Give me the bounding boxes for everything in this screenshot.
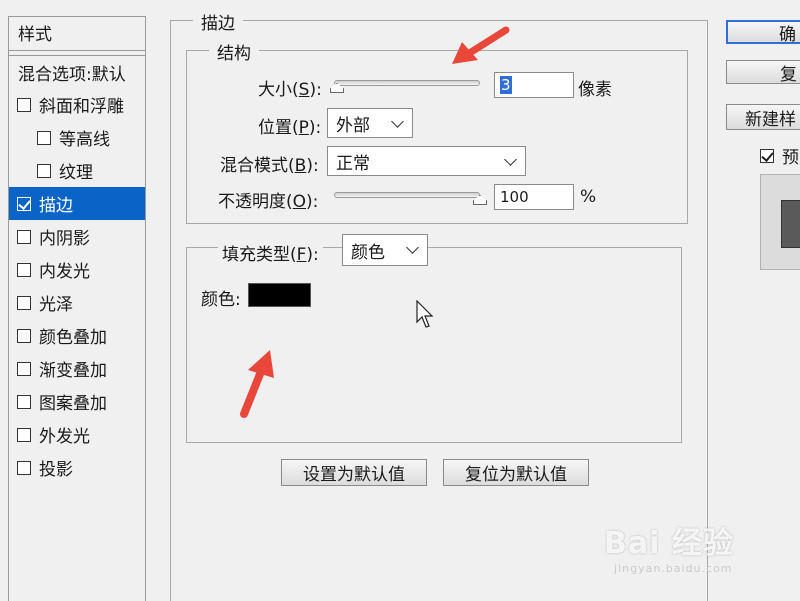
inner-shadow-checkbox[interactable] bbox=[17, 229, 31, 244]
style-item-label: 光泽 bbox=[39, 295, 73, 315]
annotation-arrow-icon bbox=[452, 26, 510, 64]
style-item-inner-shadow[interactable]: 内阴影 bbox=[9, 220, 145, 253]
style-item-contour[interactable]: 等高线 bbox=[9, 121, 145, 154]
opacity-label-pre: 不透明度( bbox=[218, 192, 293, 212]
opacity-unit: % bbox=[580, 187, 597, 207]
style-item-outer-glow[interactable]: 外发光 bbox=[9, 418, 145, 451]
fill-type-dropdown[interactable]: 颜色 bbox=[342, 234, 428, 266]
opacity-label-post: ): bbox=[306, 192, 319, 212]
position-value: 外部 bbox=[336, 115, 370, 136]
style-item-gradient-overlay[interactable]: 渐变叠加 bbox=[9, 352, 145, 385]
satin-checkbox[interactable] bbox=[17, 295, 31, 310]
chevron-down-icon bbox=[504, 153, 517, 166]
color-label: 颜色: bbox=[201, 290, 241, 310]
size-input-value: 3 bbox=[500, 76, 512, 94]
preview-checkbox[interactable] bbox=[760, 148, 774, 163]
fill-type-value: 颜色 bbox=[351, 242, 385, 263]
opacity-input-value: 100 bbox=[500, 188, 529, 206]
size-label-key: S bbox=[298, 80, 310, 100]
blend-options-item[interactable]: 混合选项:默认 bbox=[9, 55, 145, 87]
style-item-label: 描边 bbox=[39, 196, 73, 216]
styles-list: 样式 混合选项:默认 斜面和浮雕 等高线 纹理 描边 内阴影 内发光 光泽 颜色… bbox=[8, 16, 146, 601]
style-item-texture[interactable]: 纹理 bbox=[9, 154, 145, 187]
size-unit: 像素 bbox=[578, 80, 612, 100]
color-overlay-checkbox[interactable] bbox=[17, 328, 31, 343]
fill-type-label-pre: 填充类型( bbox=[222, 245, 297, 265]
annotation-arrow-icon bbox=[240, 350, 274, 418]
fill-type-label: 填充类型(F): bbox=[218, 240, 323, 265]
watermark-url: jingyan.baidu.com bbox=[614, 562, 733, 575]
styles-header: 样式 bbox=[9, 17, 145, 51]
style-item-drop-shadow[interactable]: 投影 bbox=[9, 451, 145, 484]
style-item-satin[interactable]: 光泽 bbox=[9, 286, 145, 319]
position-label: 位置(P): bbox=[258, 113, 321, 138]
blend-mode-label-post: ): bbox=[306, 156, 319, 176]
set-default-button[interactable]: 设置为默认值 bbox=[281, 459, 427, 486]
style-item-label: 外发光 bbox=[39, 427, 90, 447]
opacity-label-key: O bbox=[292, 192, 307, 212]
size-input[interactable]: 3 bbox=[494, 72, 574, 98]
size-label: 大小(S): bbox=[258, 75, 322, 100]
blend-mode-value: 正常 bbox=[336, 153, 370, 174]
blend-mode-label-pre: 混合模式( bbox=[220, 156, 295, 176]
size-label-pre: 大小( bbox=[258, 80, 299, 100]
blend-mode-label: 混合模式(B): bbox=[220, 151, 319, 176]
position-dropdown[interactable]: 外部 bbox=[327, 108, 413, 138]
opacity-input[interactable]: 100 bbox=[494, 184, 574, 210]
stroke-checkbox[interactable] bbox=[17, 196, 31, 211]
stroke-color-swatch[interactable] bbox=[248, 283, 311, 307]
chevron-down-icon bbox=[406, 241, 419, 254]
new-style-button[interactable]: 新建样 bbox=[726, 104, 800, 130]
contour-checkbox[interactable] bbox=[37, 130, 51, 145]
outer-glow-checkbox[interactable] bbox=[17, 427, 31, 442]
style-preview-swatch bbox=[781, 200, 800, 248]
inner-glow-checkbox[interactable] bbox=[17, 262, 31, 277]
blend-mode-label-key: B bbox=[294, 156, 307, 176]
style-item-stroke[interactable]: 描边 bbox=[9, 187, 145, 220]
style-item-inner-glow[interactable]: 内发光 bbox=[9, 253, 145, 286]
preview-checkbox-row[interactable]: 预 bbox=[760, 143, 799, 168]
style-item-label: 内阴影 bbox=[39, 229, 90, 249]
size-label-post: ): bbox=[309, 80, 322, 100]
position-label-pre: 位置( bbox=[258, 118, 299, 138]
bevel-emboss-checkbox[interactable] bbox=[17, 97, 31, 112]
gradient-overlay-checkbox[interactable] bbox=[17, 361, 31, 376]
drop-shadow-checkbox[interactable] bbox=[17, 460, 31, 475]
stroke-group-title: 描边 bbox=[193, 9, 243, 34]
style-item-label: 内发光 bbox=[39, 262, 90, 282]
opacity-slider-track[interactable] bbox=[334, 192, 480, 198]
blend-mode-dropdown[interactable]: 正常 bbox=[327, 146, 526, 176]
fill-type-label-key: F bbox=[296, 245, 307, 265]
texture-checkbox[interactable] bbox=[37, 163, 51, 178]
style-item-bevel-emboss[interactable]: 斜面和浮雕 bbox=[9, 88, 145, 121]
pattern-overlay-checkbox[interactable] bbox=[17, 394, 31, 409]
size-slider-track[interactable] bbox=[334, 80, 480, 86]
preview-label: 预 bbox=[782, 148, 799, 168]
baidu-watermark: Bai 经验 jingyan.baidu.com bbox=[604, 518, 754, 575]
style-item-label: 等高线 bbox=[59, 130, 110, 150]
structure-group-title: 结构 bbox=[209, 39, 259, 64]
watermark-main: Bai 经验 bbox=[604, 526, 734, 561]
style-item-label: 投影 bbox=[39, 460, 73, 480]
chevron-down-icon bbox=[391, 115, 404, 128]
style-item-pattern-overlay[interactable]: 图案叠加 bbox=[9, 385, 145, 418]
reset-default-button[interactable]: 复位为默认值 bbox=[443, 459, 589, 486]
style-item-label: 纹理 bbox=[59, 163, 93, 183]
position-label-post: ): bbox=[308, 118, 322, 138]
position-label-key: P bbox=[298, 118, 309, 138]
reset-button[interactable]: 复 bbox=[726, 60, 800, 84]
style-item-label: 斜面和浮雕 bbox=[39, 97, 124, 117]
style-item-label: 渐变叠加 bbox=[39, 361, 107, 381]
opacity-label: 不透明度(O): bbox=[218, 187, 318, 212]
ok-button[interactable]: 确 bbox=[726, 20, 800, 44]
fill-type-label-post: ): bbox=[306, 245, 319, 265]
style-item-label: 图案叠加 bbox=[39, 394, 107, 414]
mouse-cursor-icon bbox=[416, 300, 434, 328]
style-item-label: 颜色叠加 bbox=[39, 328, 107, 348]
style-item-color-overlay[interactable]: 颜色叠加 bbox=[9, 319, 145, 352]
